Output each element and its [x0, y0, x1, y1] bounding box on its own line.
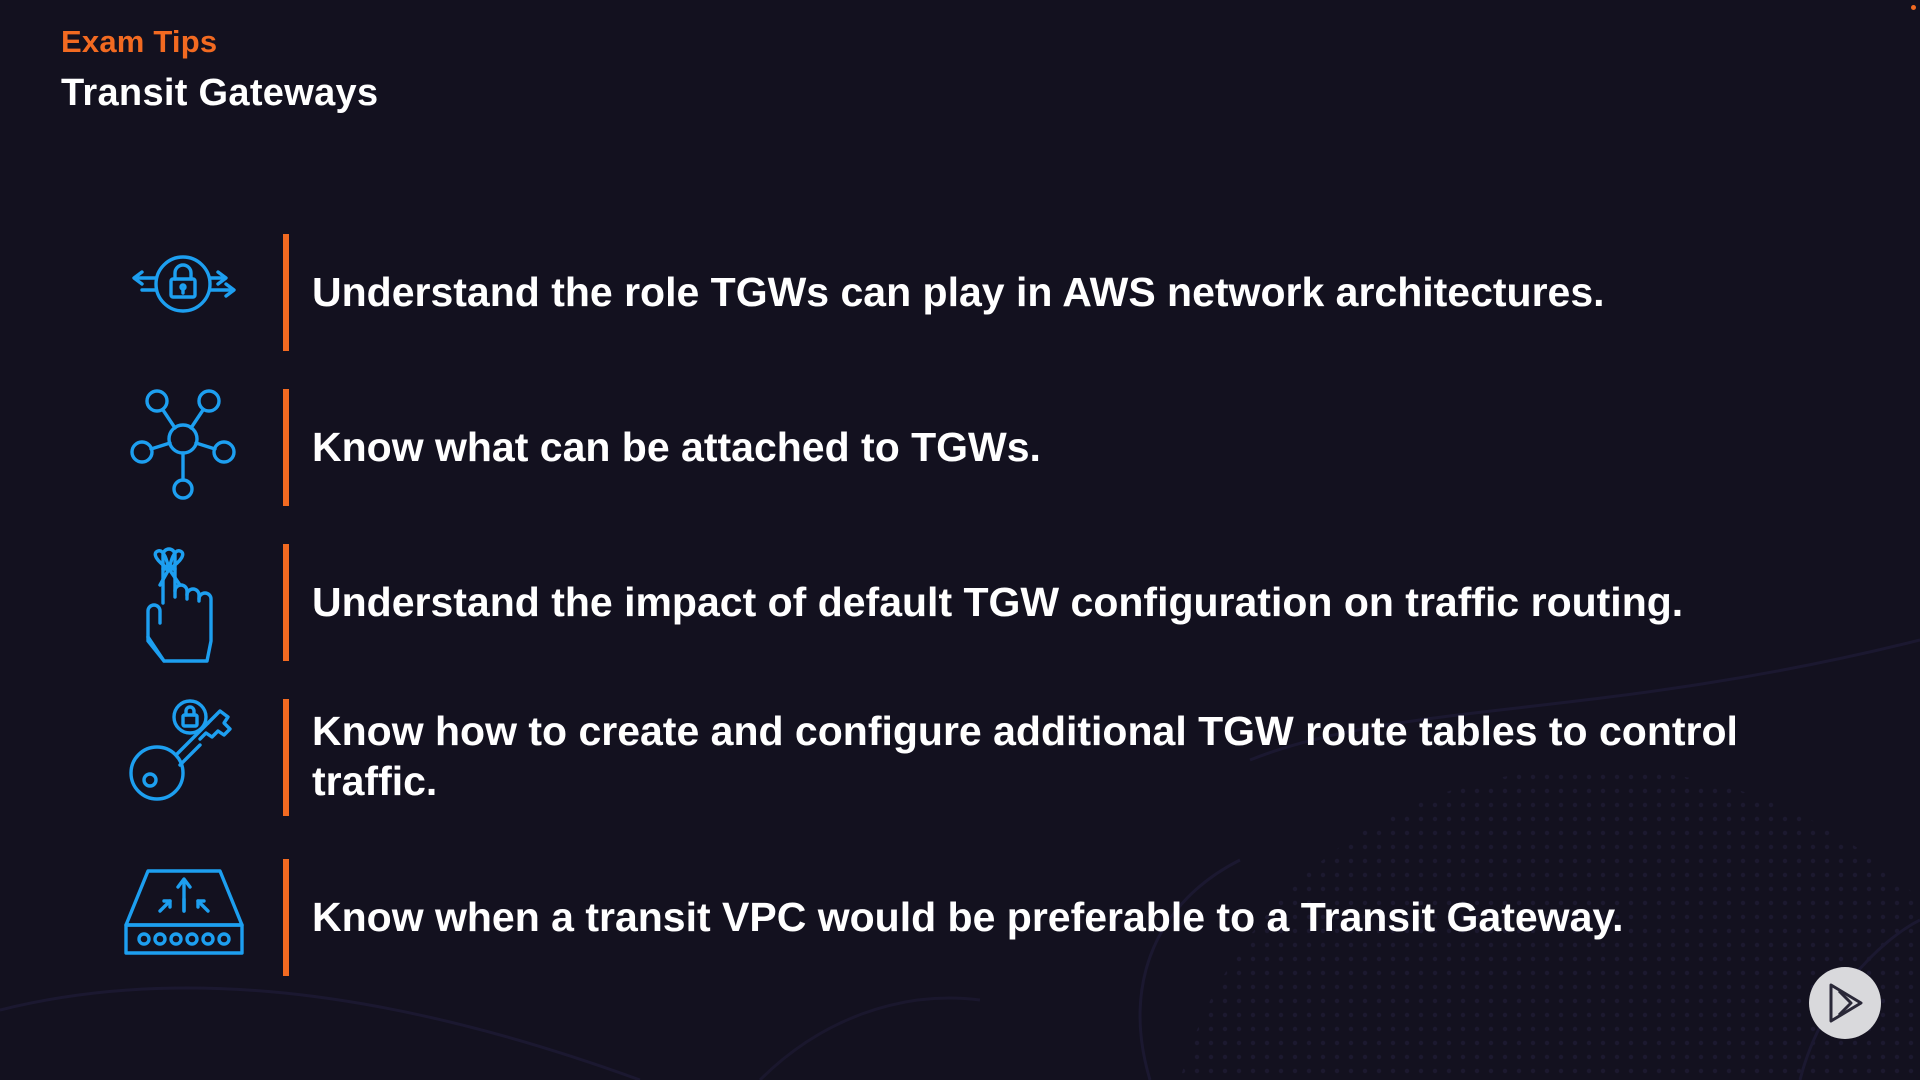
tip-text: Know how to create and configure additio…: [312, 708, 1738, 804]
play-logo-icon: [1829, 983, 1863, 1023]
tip-text: Know what can be attached to TGWs.: [312, 424, 1041, 470]
tip-item: Know when a transit VPC would be prefera…: [0, 859, 1920, 976]
tip-accent-bar: [283, 389, 289, 506]
tip-accent-bar: [283, 699, 289, 816]
gateway-device-icon: [120, 855, 248, 983]
tips-list: Understand the role TGWs can play in AWS…: [0, 0, 1920, 1080]
tip-item: Understand the impact of default TGW con…: [0, 544, 1920, 663]
tip-text: Know when a transit VPC would be prefera…: [312, 894, 1624, 940]
network-hub-icon: [120, 383, 248, 511]
tip-text: Understand the role TGWs can play in AWS…: [312, 269, 1605, 315]
finger-ribbon-icon: [120, 541, 248, 669]
play-button[interactable]: [1809, 967, 1881, 1039]
tip-item: Know what can be attached to TGWs.: [0, 389, 1920, 506]
tip-text: Understand the impact of default TGW con…: [312, 579, 1684, 625]
tip-accent-bar: [283, 859, 289, 976]
tip-item: Know how to create and configure additio…: [0, 699, 1920, 816]
tip-accent-bar: [283, 544, 289, 661]
tip-accent-bar: [283, 234, 289, 351]
lock-arrows-icon: [120, 228, 248, 356]
key-lock-icon: [120, 693, 248, 821]
slide: Exam Tips Transit Gateways Understand th…: [0, 0, 1920, 1080]
tip-item: Understand the role TGWs can play in AWS…: [0, 234, 1920, 351]
